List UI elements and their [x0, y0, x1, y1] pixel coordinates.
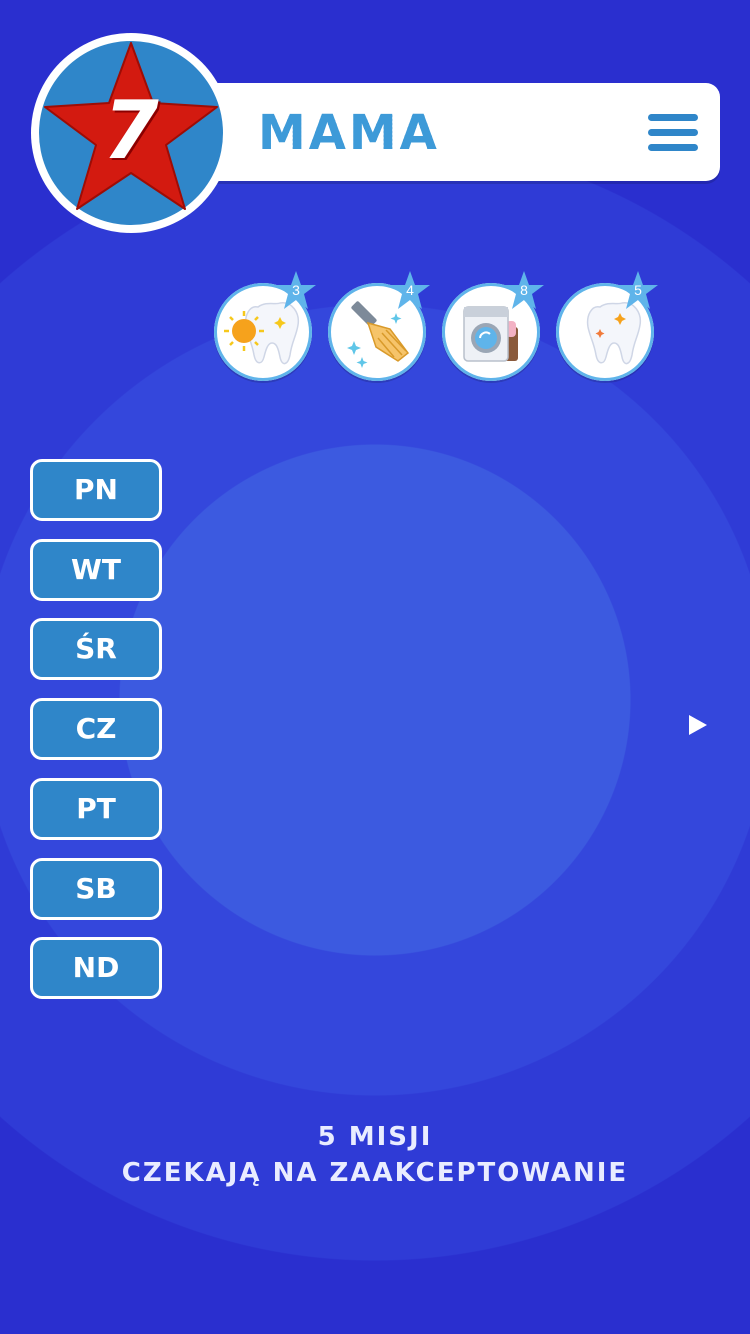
- hamburger-menu-icon-bar: [648, 144, 698, 151]
- mission-count: 3: [292, 282, 300, 298]
- level-badge: 7: [31, 33, 231, 233]
- mission-count: 5: [634, 282, 642, 298]
- day-button-pt[interactable]: PT: [30, 778, 162, 840]
- day-button-sr[interactable]: ŚR: [30, 618, 162, 680]
- hamburger-menu-icon-bar: [648, 129, 698, 136]
- day-button-pn[interactable]: PN: [30, 459, 162, 521]
- mission-sweeping[interactable]: 4: [328, 271, 430, 381]
- hamburger-menu-icon: [648, 114, 698, 121]
- day-button-cz[interactable]: CZ: [30, 698, 162, 760]
- day-button-sb[interactable]: SB: [30, 858, 162, 920]
- mission-tooth-morning[interactable]: 3: [214, 271, 316, 381]
- level-number: 7: [103, 84, 159, 177]
- mission-count: 4: [406, 282, 414, 298]
- pending-status-text: CZEKAJĄ NA ZAAKCEPTOWANIE: [121, 1158, 629, 1188]
- mission-laundry[interactable]: 8: [442, 271, 544, 381]
- day-button-wt[interactable]: WT: [30, 539, 162, 601]
- mission-count: 8: [520, 282, 528, 298]
- menu-button[interactable]: [646, 110, 700, 154]
- pending-count-text: 5 MISJI: [317, 1122, 433, 1152]
- page-title: MAMA: [258, 98, 440, 168]
- day-button-nd[interactable]: ND: [30, 937, 162, 999]
- play-arrow-icon[interactable]: [686, 712, 710, 738]
- mission-tooth-night[interactable]: 5: [556, 271, 658, 381]
